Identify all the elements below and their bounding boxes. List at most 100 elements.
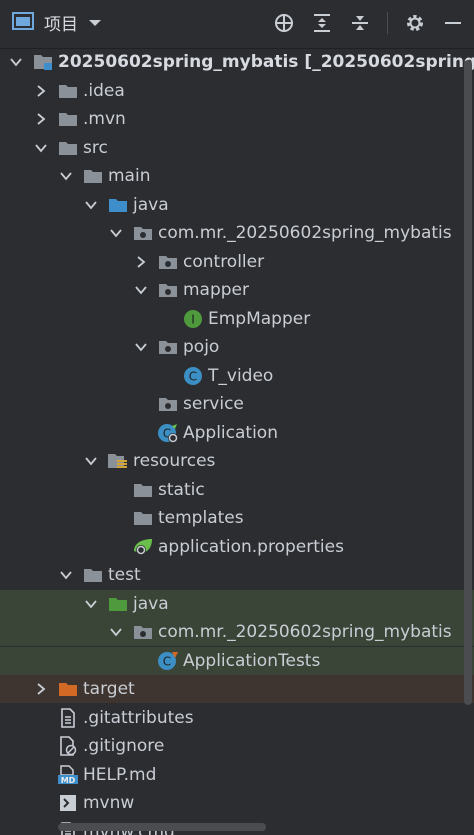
- tree-item-static[interactable]: static: [0, 476, 474, 504]
- tree-item-java[interactable]: java: [0, 589, 474, 618]
- tree-item-main[interactable]: main: [0, 162, 474, 190]
- minimize-icon[interactable]: [442, 12, 464, 34]
- package-icon: [157, 280, 179, 300]
- tree-item-com-mr-20250602spring-mybatis[interactable]: com.mr._20250602spring_mybatis: [0, 618, 474, 646]
- tree-item-empmapper[interactable]: I EmpMapper: [0, 305, 474, 333]
- markdown-file-icon: MD: [57, 764, 79, 785]
- tree-item-application-properties[interactable]: application.properties: [0, 533, 474, 561]
- vertical-scrollbar[interactable]: [464, 60, 472, 705]
- tree-item-java[interactable]: java: [0, 191, 474, 219]
- gear-icon[interactable]: [404, 12, 426, 34]
- svg-text:C: C: [189, 369, 197, 383]
- tree-item-pojo[interactable]: pojo: [0, 333, 474, 361]
- tree-item-label: src: [83, 137, 108, 158]
- tree-arrow-spacer: [33, 767, 49, 783]
- horizontal-scrollbar[interactable]: [58, 823, 266, 831]
- tree-item-templates[interactable]: templates: [0, 504, 474, 532]
- package-icon: [157, 252, 179, 272]
- chevron-down-icon[interactable]: [108, 225, 124, 241]
- tree-item-gitattributes[interactable]: .gitattributes: [0, 704, 474, 732]
- tree-item-label: com.mr._20250602spring_mybatis: [158, 622, 452, 642]
- tree-item-t-video[interactable]: C T_video: [0, 362, 474, 390]
- tree-item-label: application.properties: [158, 536, 344, 557]
- chevron-down-icon[interactable]: [88, 13, 102, 32]
- chevron-right-icon[interactable]: [33, 111, 49, 127]
- chevron-down-icon[interactable]: [108, 624, 124, 640]
- tree-arrow-spacer: [108, 510, 124, 526]
- tree-item-application[interactable]: C Application: [0, 419, 474, 447]
- project-view-icon: [12, 11, 34, 34]
- tree-arrow-spacer: [108, 482, 124, 498]
- class-icon: C: [182, 366, 204, 386]
- tree-item-target[interactable]: target: [0, 675, 474, 703]
- tree-arrow-spacer: [158, 311, 174, 327]
- folder-icon: [57, 138, 79, 158]
- tree-item-label: java: [133, 194, 169, 215]
- chevron-down-icon[interactable]: [58, 567, 74, 583]
- source-folder-icon: [107, 195, 129, 215]
- tree-item-label: target: [83, 679, 135, 699]
- chevron-down-icon[interactable]: [83, 197, 99, 213]
- tree-item-label: java: [133, 593, 169, 614]
- tree-item-src[interactable]: src: [0, 134, 474, 162]
- tree-item-label: .gitattributes: [83, 707, 194, 728]
- toolbar-divider: [387, 12, 388, 34]
- ignored-file-icon: [57, 736, 79, 756]
- expand-all-icon[interactable]: [311, 12, 333, 34]
- tree-arrow-spacer: [33, 824, 49, 835]
- tree-item-label: Application: [183, 422, 278, 443]
- tree-item-controller[interactable]: controller: [0, 248, 474, 276]
- chevron-right-icon[interactable]: [33, 83, 49, 99]
- tree-item-label: static: [158, 479, 205, 500]
- tree-arrow-spacer: [33, 795, 49, 811]
- package-icon: [157, 394, 179, 414]
- tree-item-mvnw[interactable]: mvnw: [0, 789, 474, 817]
- chevron-down-icon[interactable]: [58, 168, 74, 184]
- tree-item-service[interactable]: service: [0, 390, 474, 418]
- svg-text:C: C: [163, 654, 171, 668]
- chevron-down-icon[interactable]: [33, 140, 49, 156]
- tree-item-gitignore[interactable]: .gitignore: [0, 732, 474, 760]
- tree-item-label: 20250602spring_mybatis: [58, 52, 299, 72]
- svg-text:MD: MD: [61, 776, 76, 785]
- chevron-right-icon[interactable]: [33, 681, 49, 697]
- tree-arrow-spacer: [33, 738, 49, 754]
- tree-item-label: .mvn: [83, 109, 126, 129]
- module-icon: [32, 52, 54, 72]
- shell-script-icon: [57, 793, 79, 813]
- spring-boot-class-icon: C: [157, 423, 179, 443]
- tree-item-applicationtests[interactable]: C ApplicationTests: [0, 646, 474, 675]
- tree-item-label: resources: [133, 451, 216, 471]
- excluded-folder-icon: [57, 679, 79, 699]
- tree-item-mvn[interactable]: .mvn: [0, 105, 474, 133]
- tree-item-com-mr-20250602spring-mybatis[interactable]: com.mr._20250602spring_mybatis: [0, 219, 474, 247]
- collapse-all-icon[interactable]: [349, 12, 371, 34]
- tree-item-resources[interactable]: resources: [0, 447, 474, 475]
- package-icon: [132, 622, 154, 642]
- package-icon: [157, 337, 179, 357]
- folder-icon: [132, 508, 154, 528]
- tree-item-mapper[interactable]: mapper: [0, 276, 474, 304]
- tree-item-label: service: [183, 394, 244, 414]
- chevron-down-icon[interactable]: [133, 282, 149, 298]
- chevron-down-icon[interactable]: [83, 453, 99, 469]
- tree-item-label: test: [108, 565, 141, 585]
- tree-item-test[interactable]: test: [0, 561, 474, 589]
- chevron-right-icon[interactable]: [133, 254, 149, 270]
- chevron-down-icon[interactable]: [83, 596, 99, 612]
- tree-item-help-md[interactable]: MD HELP.md: [0, 761, 474, 789]
- tree-item-idea[interactable]: .idea: [0, 77, 474, 105]
- text-file-icon: [57, 707, 79, 728]
- tree-item-label: templates: [158, 508, 244, 528]
- project-view-selector[interactable]: 项目: [12, 10, 102, 35]
- locate-icon[interactable]: [273, 12, 295, 34]
- folder-icon: [132, 480, 154, 500]
- tree-item-label: main: [108, 166, 151, 186]
- tree-item-label: HELP.md: [83, 764, 157, 785]
- chevron-down-icon[interactable]: [133, 339, 149, 355]
- folder-icon: [57, 109, 79, 129]
- tree-item-label: T_video: [208, 365, 274, 386]
- chevron-down-icon[interactable]: [8, 54, 24, 70]
- folder-icon: [57, 81, 79, 101]
- tree-item-20250602spring-mybatis[interactable]: 20250602spring_mybatis[_20250602spring_m…: [0, 48, 474, 76]
